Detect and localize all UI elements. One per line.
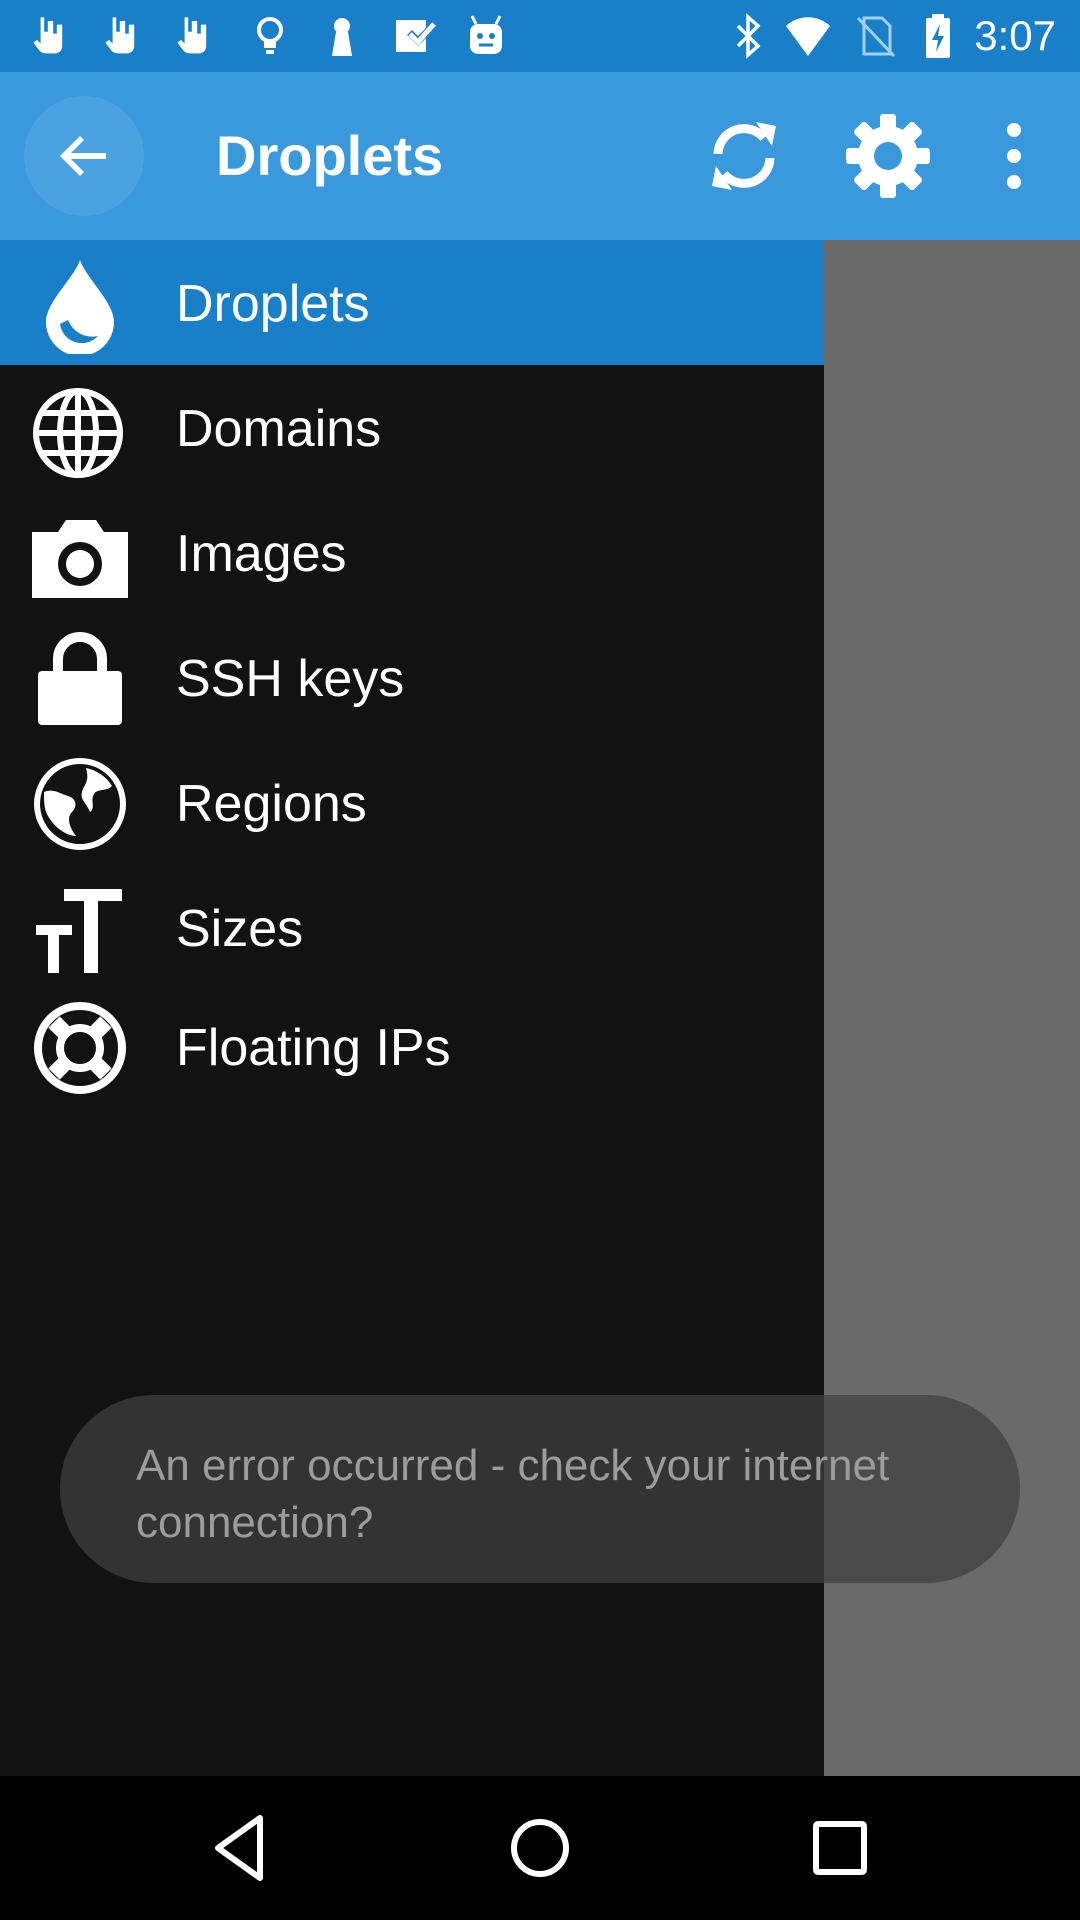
wifi-icon	[784, 12, 832, 60]
hand-icon	[28, 12, 76, 60]
drawer-item-droplets[interactable]: Droplets	[0, 240, 824, 365]
system-navigation-bar	[0, 1776, 1080, 1920]
drawer-item-regions[interactable]: Regions	[0, 740, 824, 865]
toast-message: An error occurred - check your internet …	[136, 1441, 890, 1547]
back-button[interactable]	[24, 96, 144, 216]
drawer-item-label: Floating IPs	[176, 1019, 451, 1077]
drawer-item-label: SSH keys	[176, 650, 405, 708]
life-ring-icon	[30, 998, 130, 1098]
status-bar: 3:07	[0, 0, 1080, 72]
app-bar: Droplets	[0, 72, 1080, 240]
earth-icon	[30, 754, 130, 854]
system-home-button[interactable]	[500, 1808, 580, 1888]
hand-icon	[172, 12, 220, 60]
drawer-item-label: Sizes	[176, 900, 304, 958]
drawer-item-label: Images	[176, 525, 347, 583]
settings-button[interactable]	[840, 108, 936, 204]
camera-icon	[30, 504, 130, 604]
drawer-item-label: Regions	[176, 775, 367, 833]
page-title: Droplets	[216, 124, 444, 187]
overflow-menu-icon	[1007, 123, 1021, 189]
lightbulb-icon	[246, 12, 294, 60]
drawer-item-floating-ips[interactable]: Floating IPs	[0, 984, 824, 1109]
square-recents-icon	[813, 1821, 867, 1875]
overflow-menu-button[interactable]	[966, 108, 1062, 204]
refresh-icon	[712, 122, 776, 190]
bluetooth-icon	[724, 12, 772, 60]
error-toast: An error occurred - check your internet …	[60, 1395, 1020, 1583]
drawer-item-label: Domains	[176, 400, 382, 458]
text-size-icon	[30, 879, 130, 979]
circle-home-icon	[511, 1819, 569, 1877]
drawer-item-label: Droplets	[176, 275, 370, 333]
system-recents-button[interactable]	[800, 1808, 880, 1888]
battery-charging-icon	[914, 12, 962, 60]
hand-icon	[100, 12, 148, 60]
drawer-item-domains[interactable]: Domains	[0, 365, 824, 490]
status-time: 3:07	[974, 12, 1056, 59]
drawer-item-sizes[interactable]: Sizes	[0, 865, 824, 990]
system-back-button[interactable]	[200, 1808, 280, 1888]
drawer-item-ssh-keys[interactable]: SSH keys	[0, 615, 824, 740]
settings-icon	[846, 114, 930, 198]
checkbox-icon	[390, 12, 438, 60]
refresh-button[interactable]	[696, 108, 792, 204]
droplet-icon	[30, 254, 130, 356]
lock-icon	[30, 629, 130, 729]
triangle-back-icon	[215, 1815, 263, 1881]
android-icon	[462, 12, 510, 60]
globe-grid-icon	[30, 379, 130, 479]
keyhole-icon	[318, 12, 366, 60]
drawer-item-images[interactable]: Images	[0, 490, 824, 615]
no-sim-icon	[852, 12, 900, 60]
arrow-back-icon	[60, 136, 106, 176]
